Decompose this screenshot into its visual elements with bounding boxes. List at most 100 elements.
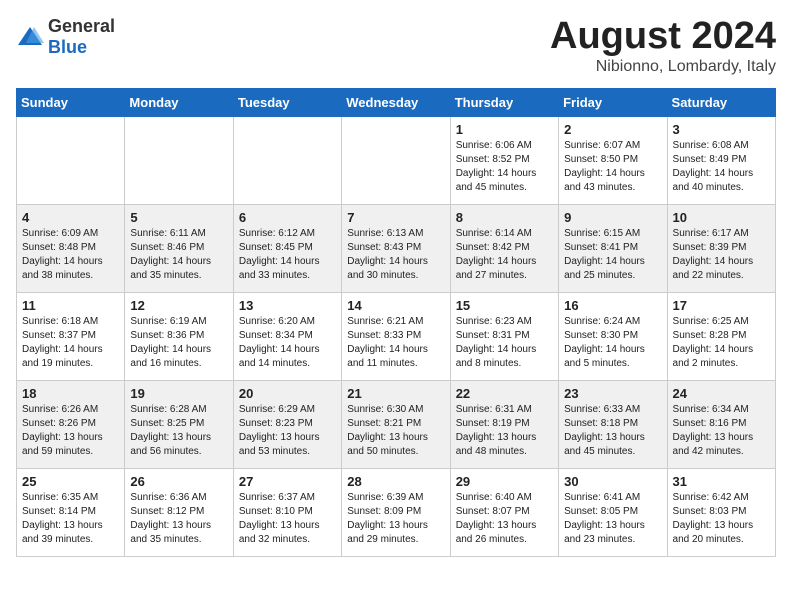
weekday-header-monday: Monday — [125, 88, 233, 116]
calendar-cell: 16 Sunrise: 6:24 AM Sunset: 8:30 PM Dayli… — [559, 292, 667, 380]
calendar-cell: 30 Sunrise: 6:41 AM Sunset: 8:05 PM Dayli… — [559, 468, 667, 556]
cell-details: Sunrise: 6:36 AM Sunset: 8:12 PM Dayligh… — [130, 491, 227, 547]
calendar-cell: 8 Sunrise: 6:14 AM Sunset: 8:42 PM Daylig… — [450, 204, 558, 292]
cell-details: Sunrise: 6:19 AM Sunset: 8:36 PM Dayligh… — [130, 315, 227, 371]
cell-details: Sunrise: 6:15 AM Sunset: 8:41 PM Dayligh… — [564, 227, 661, 283]
calendar-cell: 23Sunrise: 6:33 AM Sunset: 8:18 PM Dayli… — [559, 380, 667, 468]
day-number: 1 — [456, 122, 553, 137]
weekday-header-wednesday: Wednesday — [342, 88, 450, 116]
day-number: 31 — [673, 474, 770, 489]
day-number: 13 — [239, 298, 336, 313]
day-number: 4 — [22, 210, 119, 225]
day-number: 30 — [564, 474, 661, 489]
calendar-week-row: 1 Sunrise: 6:06 AM Sunset: 8:52 PM Daylig… — [17, 116, 776, 204]
cell-details: Sunrise: 6:29 AM Sunset: 8:23 PM Dayligh… — [239, 403, 336, 459]
day-number: 17 — [673, 298, 770, 313]
calendar-cell: 13Sunrise: 6:20 AM Sunset: 8:34 PM Dayli… — [233, 292, 341, 380]
cell-details: Sunrise: 6:21 AM Sunset: 8:33 PM Dayligh… — [347, 315, 444, 371]
calendar-cell: 11 Sunrise: 6:18 AM Sunset: 8:37 PM Dayli… — [17, 292, 125, 380]
calendar-cell: 18Sunrise: 6:26 AM Sunset: 8:26 PM Dayli… — [17, 380, 125, 468]
day-number: 22 — [456, 386, 553, 401]
calendar-cell: 7Sunrise: 6:13 AM Sunset: 8:43 PM Daylig… — [342, 204, 450, 292]
calendar-cell: 12Sunrise: 6:19 AM Sunset: 8:36 PM Dayli… — [125, 292, 233, 380]
cell-details: Sunrise: 6:34 AM Sunset: 8:16 PM Dayligh… — [673, 403, 770, 459]
day-number: 23 — [564, 386, 661, 401]
month-year-title: August 2024 — [550, 16, 776, 58]
logo-blue: Blue — [48, 37, 87, 57]
day-number: 9 — [564, 210, 661, 225]
cell-details: Sunrise: 6:09 AM Sunset: 8:48 PM Dayligh… — [22, 227, 119, 283]
day-number: 25 — [22, 474, 119, 489]
cell-details: Sunrise: 6:08 AM Sunset: 8:49 PM Dayligh… — [673, 139, 770, 195]
calendar-cell: 2 Sunrise: 6:07 AM Sunset: 8:50 PM Daylig… — [559, 116, 667, 204]
calendar-cell: 31 Sunrise: 6:42 AM Sunset: 8:03 PM Dayli… — [667, 468, 775, 556]
day-number: 2 — [564, 122, 661, 137]
cell-details: Sunrise: 6:07 AM Sunset: 8:50 PM Dayligh… — [564, 139, 661, 195]
cell-details: Sunrise: 6:42 AM Sunset: 8:03 PM Dayligh… — [673, 491, 770, 547]
logo-general: General — [48, 16, 115, 36]
cell-details: Sunrise: 6:41 AM Sunset: 8:05 PM Dayligh… — [564, 491, 661, 547]
cell-details: Sunrise: 6:24 AM Sunset: 8:30 PM Dayligh… — [564, 315, 661, 371]
calendar-cell: 25 Sunrise: 6:35 AM Sunset: 8:14 PM Dayli… — [17, 468, 125, 556]
logo-text: General Blue — [48, 16, 115, 58]
cell-details: Sunrise: 6:28 AM Sunset: 8:25 PM Dayligh… — [130, 403, 227, 459]
calendar-cell: 1 Sunrise: 6:06 AM Sunset: 8:52 PM Daylig… — [450, 116, 558, 204]
calendar-cell: 4 Sunrise: 6:09 AM Sunset: 8:48 PM Daylig… — [17, 204, 125, 292]
cell-details: Sunrise: 6:35 AM Sunset: 8:14 PM Dayligh… — [22, 491, 119, 547]
calendar-cell: 29 Sunrise: 6:40 AM Sunset: 8:07 PM Dayli… — [450, 468, 558, 556]
day-number: 15 — [456, 298, 553, 313]
calendar-cell: 15 Sunrise: 6:23 AM Sunset: 8:31 PM Dayli… — [450, 292, 558, 380]
cell-details: Sunrise: 6:11 AM Sunset: 8:46 PM Dayligh… — [130, 227, 227, 283]
calendar-cell: 9 Sunrise: 6:15 AM Sunset: 8:41 PM Daylig… — [559, 204, 667, 292]
day-number: 14 — [347, 298, 444, 313]
day-number: 16 — [564, 298, 661, 313]
day-number: 26 — [130, 474, 227, 489]
cell-details: Sunrise: 6:30 AM Sunset: 8:21 PM Dayligh… — [347, 403, 444, 459]
calendar-cell: 6 Sunrise: 6:12 AM Sunset: 8:45 PM Daylig… — [233, 204, 341, 292]
weekday-header-row: SundayMondayTuesdayWednesdayThursdayFrid… — [17, 88, 776, 116]
cell-details: Sunrise: 6:06 AM Sunset: 8:52 PM Dayligh… — [456, 139, 553, 195]
location-subtitle: Nibionno, Lombardy, Italy — [550, 58, 776, 76]
calendar-cell: 10Sunrise: 6:17 AM Sunset: 8:39 PM Dayli… — [667, 204, 775, 292]
calendar-week-row: 4 Sunrise: 6:09 AM Sunset: 8:48 PM Daylig… — [17, 204, 776, 292]
logo-icon — [16, 25, 44, 49]
calendar-cell — [17, 116, 125, 204]
calendar-cell: 20 Sunrise: 6:29 AM Sunset: 8:23 PM Dayli… — [233, 380, 341, 468]
calendar-week-row: 11 Sunrise: 6:18 AM Sunset: 8:37 PM Dayli… — [17, 292, 776, 380]
weekday-header-thursday: Thursday — [450, 88, 558, 116]
day-number: 20 — [239, 386, 336, 401]
weekday-header-friday: Friday — [559, 88, 667, 116]
logo: General Blue — [16, 16, 115, 58]
cell-details: Sunrise: 6:23 AM Sunset: 8:31 PM Dayligh… — [456, 315, 553, 371]
day-number: 6 — [239, 210, 336, 225]
cell-details: Sunrise: 6:14 AM Sunset: 8:42 PM Dayligh… — [456, 227, 553, 283]
calendar-cell — [125, 116, 233, 204]
day-number: 29 — [456, 474, 553, 489]
calendar-week-row: 25 Sunrise: 6:35 AM Sunset: 8:14 PM Dayli… — [17, 468, 776, 556]
calendar-cell: 14 Sunrise: 6:21 AM Sunset: 8:33 PM Dayli… — [342, 292, 450, 380]
calendar-cell: 3Sunrise: 6:08 AM Sunset: 8:49 PM Daylig… — [667, 116, 775, 204]
day-number: 10 — [673, 210, 770, 225]
day-number: 5 — [130, 210, 227, 225]
calendar-cell: 27Sunrise: 6:37 AM Sunset: 8:10 PM Dayli… — [233, 468, 341, 556]
cell-details: Sunrise: 6:37 AM Sunset: 8:10 PM Dayligh… — [239, 491, 336, 547]
cell-details: Sunrise: 6:18 AM Sunset: 8:37 PM Dayligh… — [22, 315, 119, 371]
day-number: 8 — [456, 210, 553, 225]
calendar-cell — [342, 116, 450, 204]
title-area: August 2024 Nibionno, Lombardy, Italy — [550, 16, 776, 76]
cell-details: Sunrise: 6:25 AM Sunset: 8:28 PM Dayligh… — [673, 315, 770, 371]
day-number: 28 — [347, 474, 444, 489]
cell-details: Sunrise: 6:40 AM Sunset: 8:07 PM Dayligh… — [456, 491, 553, 547]
calendar-cell — [233, 116, 341, 204]
calendar-cell: 28 Sunrise: 6:39 AM Sunset: 8:09 PM Dayli… — [342, 468, 450, 556]
weekday-header-saturday: Saturday — [667, 88, 775, 116]
calendar-cell: 24Sunrise: 6:34 AM Sunset: 8:16 PM Dayli… — [667, 380, 775, 468]
cell-details: Sunrise: 6:12 AM Sunset: 8:45 PM Dayligh… — [239, 227, 336, 283]
cell-details: Sunrise: 6:39 AM Sunset: 8:09 PM Dayligh… — [347, 491, 444, 547]
day-number: 18 — [22, 386, 119, 401]
header: General Blue August 2024 Nibionno, Lomba… — [16, 16, 776, 76]
calendar-cell: 19Sunrise: 6:28 AM Sunset: 8:25 PM Dayli… — [125, 380, 233, 468]
day-number: 11 — [22, 298, 119, 313]
calendar-cell: 5 Sunrise: 6:11 AM Sunset: 8:46 PM Daylig… — [125, 204, 233, 292]
calendar-cell: 22Sunrise: 6:31 AM Sunset: 8:19 PM Dayli… — [450, 380, 558, 468]
